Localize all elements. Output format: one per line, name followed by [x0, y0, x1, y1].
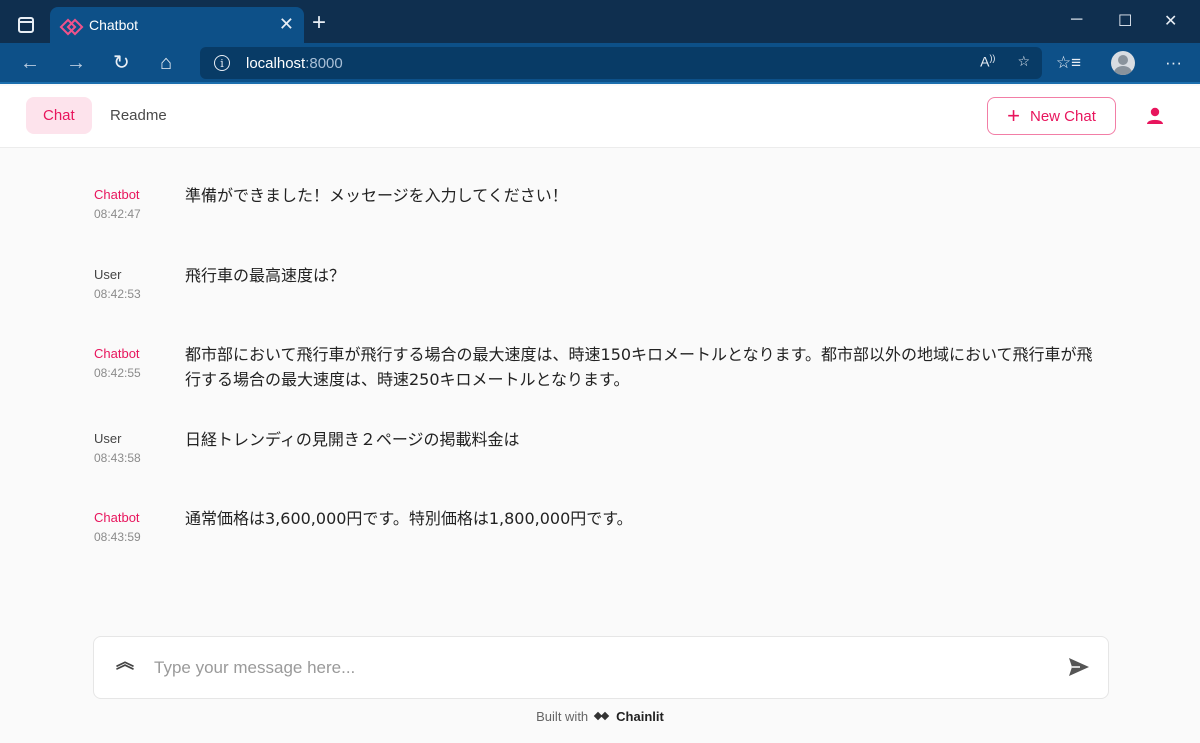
more-options-icon[interactable]: ··· — [1165, 53, 1182, 73]
message-text: 飛行車の最高速度は？ — [185, 266, 346, 285]
message-composer: ︽ — [93, 636, 1109, 699]
message-time: 08:42:47 — [94, 207, 141, 221]
maximize-icon[interactable]: ☐ — [1118, 11, 1132, 31]
message-time: 08:42:55 — [94, 366, 141, 380]
new-chat-label: New Chat — [1030, 107, 1096, 125]
message-text: 都市部において飛行車が飛行する場合の最大速度は、時速150キロメートルとなります… — [185, 345, 1093, 389]
minimize-icon[interactable]: ─ — [1071, 11, 1082, 29]
new-chat-button[interactable]: + New Chat — [987, 97, 1116, 135]
message-author: User — [94, 267, 122, 282]
user-account-icon[interactable] — [1146, 107, 1164, 125]
message-text: 準備ができました！メッセージを入力してください！ — [185, 186, 568, 205]
close-window-icon[interactable]: ✕ — [1164, 11, 1177, 31]
reload-icon[interactable]: ↻ — [113, 51, 130, 75]
url-host: localhost — [246, 54, 306, 72]
app-header: Chat Readme + New Chat — [0, 86, 1200, 148]
chainlit-brand[interactable]: Chainlit — [616, 709, 664, 724]
message-text: 通常価格は3,600,000円です。特別価格は1,800,000円です。 — [185, 509, 633, 528]
profile-avatar-icon[interactable] — [1111, 51, 1136, 75]
favorites-icon[interactable]: ☆≡ — [1056, 53, 1081, 73]
read-aloud-icon[interactable]: A)) — [980, 53, 995, 70]
chainlit-logo-icon — [594, 708, 610, 724]
chainlit-favicon-icon — [62, 16, 80, 34]
browser-tab-chatbot[interactable]: Chatbot ✕ — [50, 7, 304, 43]
message-time: 08:42:53 — [94, 287, 141, 301]
message-input[interactable] — [154, 651, 1054, 685]
tab-chat[interactable]: Chat — [26, 97, 92, 134]
send-icon — [1069, 658, 1089, 676]
message-time: 08:43:58 — [94, 451, 141, 465]
tab-readme[interactable]: Readme — [93, 97, 184, 134]
send-button[interactable] — [1068, 657, 1090, 677]
add-favorite-icon[interactable]: ☆ — [1017, 53, 1030, 70]
forward-icon[interactable]: → — [66, 51, 86, 75]
footer: Built with Chainlit — [0, 708, 1200, 724]
browser-toolbar: ← → ↻ ⌂ i localhost:8000 A)) ☆ ☆≡ ··· — [0, 43, 1200, 84]
message-time: 08:43:59 — [94, 530, 141, 544]
built-with-label: Built with — [536, 708, 589, 724]
address-bar[interactable]: i localhost:8000 A)) ☆ — [200, 47, 1042, 79]
home-icon[interactable]: ⌂ — [160, 51, 172, 75]
window-menu-icon[interactable] — [18, 17, 34, 33]
plus-icon: + — [1007, 103, 1020, 128]
new-tab-icon[interactable]: + — [312, 11, 326, 35]
browser-tab-title: Chatbot — [89, 17, 139, 33]
close-tab-icon[interactable]: ✕ — [279, 14, 294, 35]
back-icon[interactable]: ← — [20, 51, 40, 75]
message-author: Chatbot — [94, 346, 140, 361]
message-author: Chatbot — [94, 187, 140, 202]
browser-titlebar: Chatbot ✕ + ─ ☐ ✕ — [0, 0, 1200, 43]
expand-options-icon[interactable]: ︽ — [116, 653, 134, 671]
message-text: 日経トレンディの見開き２ページの掲載料金は — [185, 430, 520, 449]
url-port: :8000 — [305, 54, 343, 72]
message-author: Chatbot — [94, 510, 140, 525]
site-info-icon[interactable]: i — [214, 55, 230, 71]
message-author: User — [94, 431, 122, 446]
